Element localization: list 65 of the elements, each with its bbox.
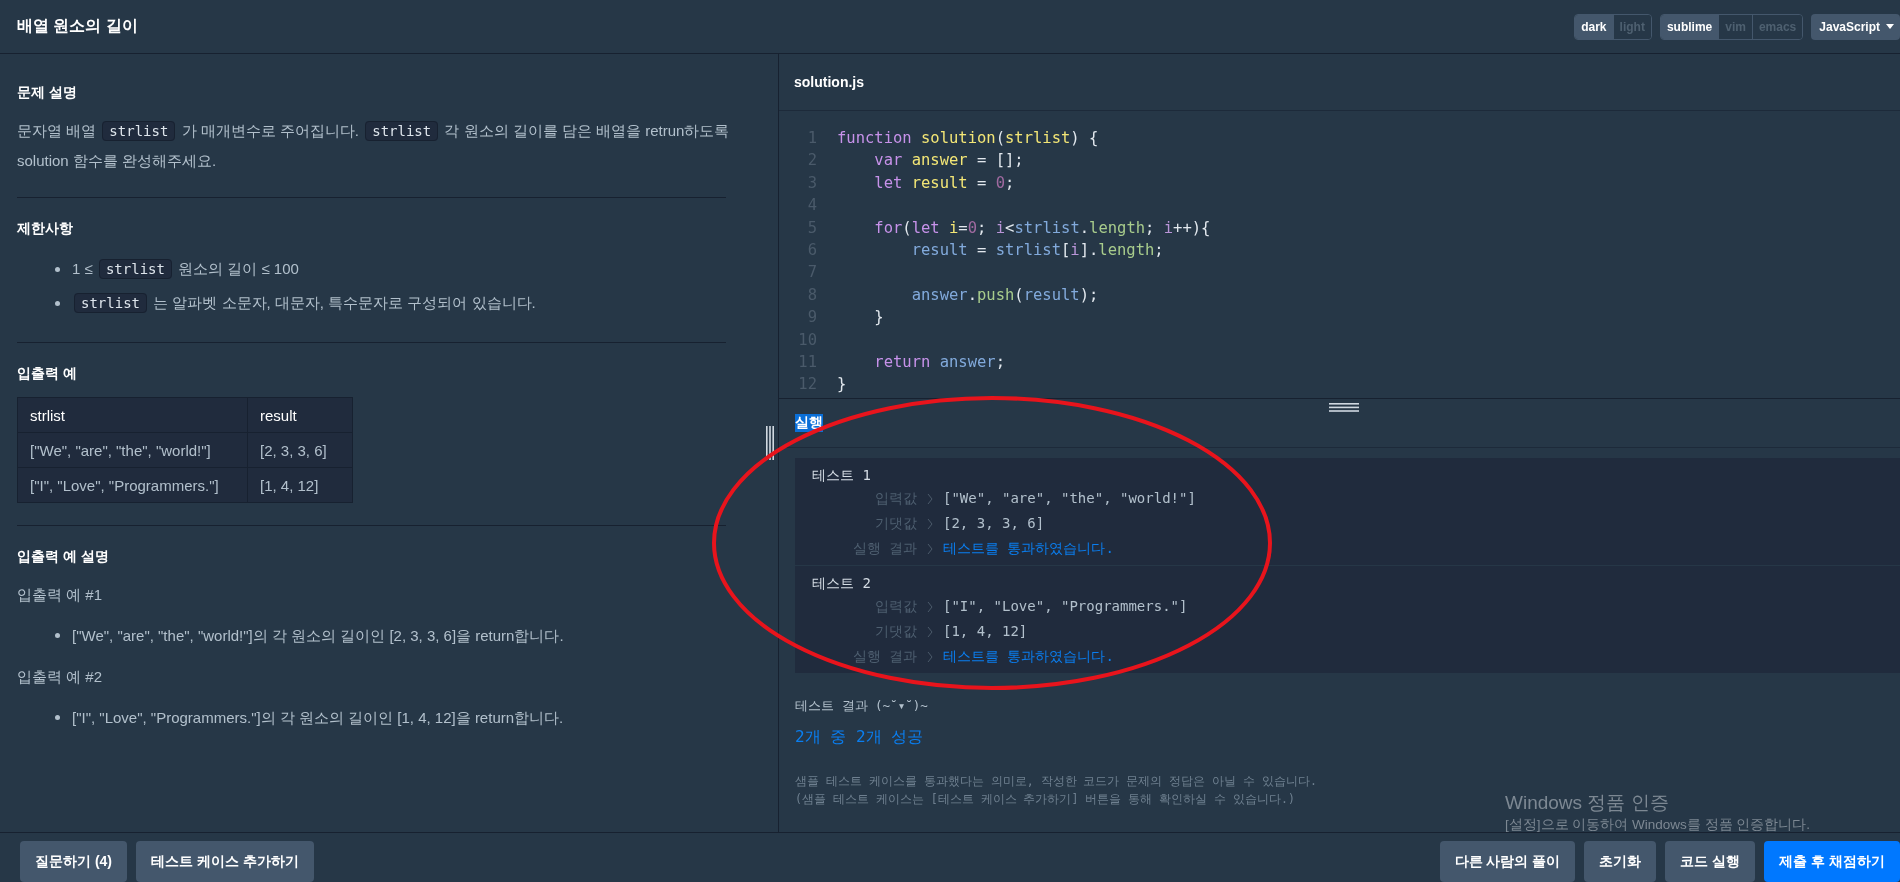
code-line: } xyxy=(873,307,884,329)
code-line: } xyxy=(837,374,847,396)
code-line: return answer; xyxy=(873,351,1005,373)
table-cell: ["I", "Love", "Programmers."] xyxy=(17,467,248,503)
table-cell: [2, 3, 3, 6] xyxy=(247,432,353,468)
language-dropdown[interactable]: JavaScript xyxy=(1811,13,1900,40)
chevron-icon xyxy=(927,542,933,555)
footer-button[interactable]: 초기화 xyxy=(1584,841,1657,882)
footer-button[interactable]: 질문하기 (4) xyxy=(20,841,127,882)
result-value: 테스트를 통과하였습니다. xyxy=(943,539,1114,558)
chevron-icon xyxy=(927,625,933,638)
result-value: ["We", "are", "the", "world!"] xyxy=(943,489,1196,508)
list-item: ["I", "Love", "Programmers."]의 각 원소의 길이인 [1, 4, 12]을 return합니다. xyxy=(72,708,564,728)
list-item: 1 ≤ strlist 원소의 길이 ≤ 100 xyxy=(72,258,299,281)
result-value: [1, 4, 12] xyxy=(943,622,1028,641)
summary-text: 2개 중 2개 성공 xyxy=(795,727,925,748)
footer-button[interactable]: 제출 후 채점하기 xyxy=(1764,841,1900,882)
list-item: ["We", "are", "the", "world!"]의 각 원소의 길이인 [2, 3, 3, 6]을 return합니다. xyxy=(72,626,564,646)
table-cell: ["We", "are", "the", "world!"] xyxy=(17,432,248,468)
chevron-icon xyxy=(927,650,933,663)
column-header: strlist xyxy=(17,397,248,433)
code-line: answer.push(result); xyxy=(910,284,1099,306)
activation-text: [설정]으로 이동하여 Windows를 정품 인증합니다. xyxy=(1505,816,1811,834)
paragraph: 입출력 예 #1 xyxy=(17,585,104,605)
summary-label: 테스트 결과 (~˘▾˘)~ xyxy=(795,698,929,715)
code-line: var answer = []; xyxy=(873,150,1024,172)
toggle-option[interactable]: sublime xyxy=(1660,14,1719,39)
resize-handle-icon xyxy=(766,426,774,460)
column-header: result xyxy=(247,397,353,433)
note-text: (샘플 테스트 케이스는 [테스트 케이스 추가하기] 버튼을 통해 확인하실 수 있습니다.) xyxy=(795,791,1296,808)
chevron-icon xyxy=(927,600,933,613)
bullet-icon xyxy=(55,633,60,638)
page-title: 배열 원소의 길이 xyxy=(17,16,138,36)
results-heading: 실행 xyxy=(795,414,823,432)
resize-handle-icon xyxy=(1329,403,1359,412)
activation-title: Windows 정품 인증 xyxy=(1505,791,1670,815)
code-line: for(let i=0; i<strlist.length; i++){ xyxy=(873,217,1211,239)
list-item: strlist 는 알파벳 소문자, 대문자, 특수문자로 구성되어 있습니다. xyxy=(72,286,536,320)
footer-button[interactable]: 코드 실행 xyxy=(1665,841,1756,882)
bullet-icon xyxy=(55,715,60,720)
footer-button[interactable]: 테스트 케이스 추가하기 xyxy=(136,841,314,882)
test-title: 테스트 1 xyxy=(811,466,872,485)
caret-icon xyxy=(1886,24,1894,29)
code-line: function solution(strlist) { xyxy=(837,128,1099,149)
bullet-icon xyxy=(55,266,60,272)
chevron-icon xyxy=(927,517,933,530)
paragraph: 문자열 배열 strlist 가 매개변수로 주어집니다. strlist 각 원소의 길이를 담은 배열을 retrun하도록 solution 함수를 완성해주세요. xyxy=(17,120,731,171)
section-heading: 문제 설명 xyxy=(17,84,78,102)
result-value: 테스트를 통과하였습니다. xyxy=(943,647,1114,666)
test-title: 테스트 2 xyxy=(811,574,872,593)
table-cell: [1, 4, 12] xyxy=(247,467,353,503)
note-text: 샘플 테스트 케이스를 통과했다는 의미로, 작성한 코드가 문제의 정답은 아닐 수 있습니다. xyxy=(795,773,1317,790)
file-tab[interactable]: solution.js xyxy=(794,74,864,90)
section-heading: 제한사항 xyxy=(17,220,74,238)
paragraph: 입출력 예 #2 xyxy=(17,667,104,687)
result-value: [2, 3, 3, 6] xyxy=(943,514,1045,533)
toggle-option[interactable]: dark xyxy=(1575,14,1613,39)
code-line: let result = 0; xyxy=(873,172,1015,194)
section-heading: 입출력 예 설명 xyxy=(17,548,110,566)
bullet-icon xyxy=(55,300,60,306)
chevron-icon xyxy=(927,492,933,505)
section-heading: 입출력 예 xyxy=(17,365,78,383)
result-value: ["I", "Love", "Programmers."] xyxy=(943,597,1188,616)
footer-button[interactable]: 다른 사람의 풀이 xyxy=(1439,841,1576,882)
code-line: result = strlist[i].length; xyxy=(910,239,1164,261)
